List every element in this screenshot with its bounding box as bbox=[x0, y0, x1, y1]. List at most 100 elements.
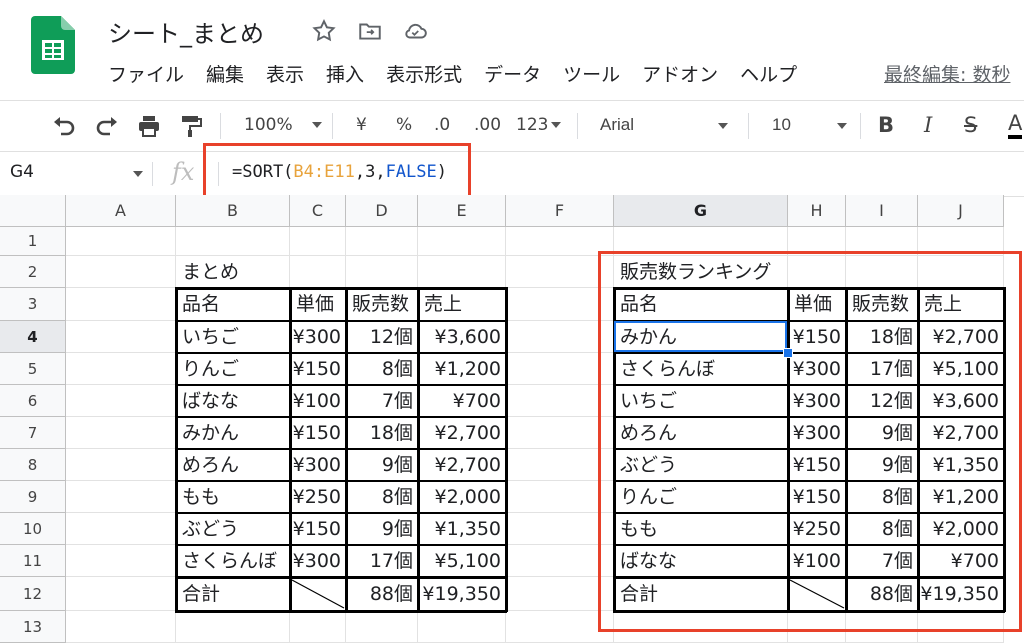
summary-table-cell: 8個 bbox=[381, 358, 413, 380]
column-header-j[interactable]: J bbox=[918, 195, 1004, 227]
undo-icon[interactable] bbox=[52, 115, 76, 137]
grid-cell[interactable] bbox=[290, 227, 346, 256]
column-header-b[interactable]: B bbox=[176, 195, 290, 227]
column-header-i[interactable]: I bbox=[846, 195, 918, 227]
grid-cell[interactable] bbox=[66, 545, 176, 577]
grid-cell[interactable] bbox=[66, 385, 176, 417]
table-border bbox=[175, 576, 507, 579]
grid-cell[interactable] bbox=[66, 577, 176, 611]
last-edit-link[interactable]: 最終編集: 数秒 bbox=[884, 60, 1010, 87]
summary-table-cell: ¥5,100 bbox=[434, 550, 501, 572]
grid-cell[interactable] bbox=[66, 513, 176, 545]
grid-cell[interactable] bbox=[418, 256, 506, 288]
row-header-4[interactable]: 4 bbox=[0, 321, 66, 353]
select-all-corner[interactable] bbox=[0, 195, 66, 227]
formula-bar: G4 fx =SORT(B4:E11,3,FALSE) bbox=[0, 151, 1024, 197]
summary-table-cell: ¥2,000 bbox=[434, 486, 501, 508]
increase-decimal-button[interactable]: .00 bbox=[474, 115, 501, 135]
summary-table-total-cell: ¥19,350 bbox=[422, 583, 501, 605]
move-folder-icon[interactable] bbox=[357, 18, 383, 44]
menu-file[interactable]: ファイル bbox=[108, 60, 184, 88]
name-box[interactable]: G4 bbox=[10, 162, 34, 182]
grid-cell[interactable] bbox=[66, 256, 176, 288]
grid-cell[interactable] bbox=[66, 417, 176, 449]
menu-addons[interactable]: アドオン bbox=[642, 60, 718, 88]
chevron-down-icon[interactable] bbox=[133, 171, 143, 177]
row-header-6[interactable]: 6 bbox=[0, 385, 66, 417]
zoom-select[interactable]: 100% bbox=[244, 115, 323, 135]
print-icon[interactable] bbox=[137, 114, 161, 138]
row-header-2[interactable]: 2 bbox=[0, 256, 66, 288]
summary-table-cell: いちご bbox=[182, 326, 240, 348]
grid-cell[interactable] bbox=[66, 449, 176, 481]
currency-button[interactable]: ¥ bbox=[356, 115, 367, 135]
grid-cell[interactable] bbox=[346, 227, 418, 256]
grid-cell[interactable] bbox=[66, 288, 176, 321]
grid-cell[interactable] bbox=[66, 321, 176, 353]
menu-format[interactable]: 表示形式 bbox=[386, 60, 462, 88]
grid-cell[interactable] bbox=[66, 227, 176, 256]
grid-cell[interactable] bbox=[290, 611, 346, 643]
font-size-select[interactable]: 10 bbox=[772, 115, 847, 135]
row-header-5[interactable]: 5 bbox=[0, 353, 66, 385]
document-title[interactable]: シート_まとめ bbox=[108, 14, 264, 49]
column-header-f[interactable]: F bbox=[506, 195, 614, 227]
text-color-button[interactable]: A bbox=[1008, 111, 1023, 139]
cloud-saved-icon[interactable] bbox=[402, 18, 428, 44]
grid-cell[interactable] bbox=[418, 227, 506, 256]
chevron-down-icon bbox=[836, 122, 847, 129]
menu-edit[interactable]: 編集 bbox=[206, 60, 244, 88]
column-header-c[interactable]: C bbox=[290, 195, 346, 227]
grid-cell[interactable] bbox=[346, 256, 418, 288]
row-header-12[interactable]: 12 bbox=[0, 577, 66, 611]
menu-help[interactable]: ヘルプ bbox=[740, 60, 797, 88]
table-border bbox=[175, 610, 507, 613]
row-header-13[interactable]: 13 bbox=[0, 611, 66, 643]
row-header-9[interactable]: 9 bbox=[0, 481, 66, 513]
row-header-7[interactable]: 7 bbox=[0, 417, 66, 449]
row-header-3[interactable]: 3 bbox=[0, 288, 66, 321]
summary-table-cell: ¥100 bbox=[292, 390, 341, 412]
percent-button[interactable]: % bbox=[396, 115, 412, 135]
column-header-e[interactable]: E bbox=[418, 195, 506, 227]
paint-format-icon[interactable] bbox=[180, 114, 202, 138]
grid-cell[interactable] bbox=[346, 611, 418, 643]
summary-table-cell: 7個 bbox=[381, 390, 413, 412]
grid-cell[interactable] bbox=[176, 611, 290, 643]
grid-cell[interactable] bbox=[66, 611, 176, 643]
summary-table-cell: りんご bbox=[182, 358, 240, 380]
chevron-down-icon bbox=[718, 122, 729, 129]
star-icon[interactable] bbox=[311, 18, 337, 44]
column-header-g[interactable]: G bbox=[614, 195, 788, 227]
menu-view[interactable]: 表示 bbox=[266, 60, 304, 88]
grid-cell[interactable] bbox=[176, 227, 290, 256]
column-header-a[interactable]: A bbox=[66, 195, 176, 227]
summary-table-cell: ばなな bbox=[182, 390, 240, 412]
toolbar-divider bbox=[577, 113, 578, 139]
grid-cell[interactable] bbox=[418, 611, 506, 643]
row-header-1[interactable]: 1 bbox=[0, 227, 66, 256]
table-border bbox=[175, 448, 507, 450]
menu-data[interactable]: データ bbox=[484, 60, 541, 88]
table-border bbox=[175, 352, 507, 354]
column-header-d[interactable]: D bbox=[346, 195, 418, 227]
bold-button[interactable]: B bbox=[878, 113, 894, 137]
redo-icon[interactable] bbox=[95, 115, 119, 137]
grid-cell[interactable] bbox=[290, 256, 346, 288]
italic-button[interactable]: I bbox=[924, 113, 932, 137]
summary-table-cell: ¥2,700 bbox=[434, 422, 501, 444]
sheets-logo-icon[interactable] bbox=[31, 16, 75, 74]
menu-tools[interactable]: ツール bbox=[563, 60, 620, 88]
font-select[interactable]: Arial bbox=[600, 115, 729, 135]
grid-cell[interactable] bbox=[66, 353, 176, 385]
row-header-10[interactable]: 10 bbox=[0, 513, 66, 545]
menu-insert[interactable]: 挿入 bbox=[326, 60, 364, 88]
grid-cell[interactable] bbox=[66, 481, 176, 513]
more-formats-button[interactable]: 123 bbox=[516, 115, 562, 135]
row-header-8[interactable]: 8 bbox=[0, 449, 66, 481]
strikethrough-button[interactable]: S bbox=[964, 113, 977, 137]
summary-table-cell: もも bbox=[182, 486, 221, 508]
row-header-11[interactable]: 11 bbox=[0, 545, 66, 577]
decrease-decimal-button[interactable]: .0 bbox=[434, 115, 450, 135]
column-header-h[interactable]: H bbox=[788, 195, 846, 227]
